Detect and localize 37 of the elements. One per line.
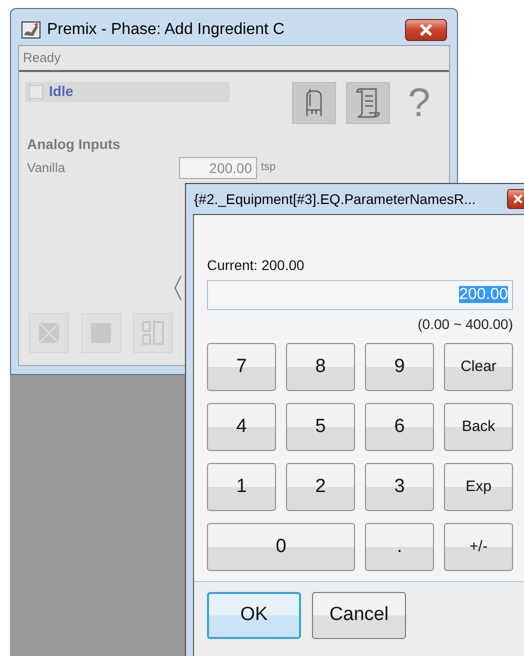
keypad-button[interactable]: Exp bbox=[444, 463, 513, 511]
keypad-button[interactable]: 1 bbox=[207, 463, 276, 511]
phase-state-label: Idle bbox=[49, 82, 74, 101]
keypad-button[interactable]: 6 bbox=[365, 403, 434, 451]
recipe-button[interactable] bbox=[346, 82, 390, 124]
current-value-label: Current: 200.00 bbox=[207, 256, 306, 275]
checkbox[interactable] bbox=[29, 84, 43, 98]
keypad-button[interactable]: +/- bbox=[444, 523, 513, 571]
keypad-button[interactable]: 5 bbox=[286, 403, 355, 451]
hold-icon bbox=[139, 318, 167, 346]
scroll-icon bbox=[355, 86, 381, 118]
range-label: (0.00 ~ 400.00) bbox=[416, 315, 513, 334]
keypad-button[interactable]: Back bbox=[444, 403, 513, 451]
window-title: Premix - Phase: Add Ingredient C bbox=[47, 20, 286, 40]
close-button[interactable] bbox=[507, 189, 524, 209]
equipment-button[interactable] bbox=[292, 82, 336, 124]
dialog-title: {#2._Equipment[#3].EQ.ParameterNamesR... bbox=[194, 190, 477, 209]
unit-label: tsp bbox=[261, 160, 276, 176]
chevron-left-icon[interactable] bbox=[173, 274, 183, 300]
keypad-button[interactable]: 8 bbox=[286, 343, 355, 391]
keypad-button[interactable]: Clear bbox=[444, 343, 513, 391]
keypad-button[interactable]: 3 bbox=[365, 463, 434, 511]
close-icon bbox=[512, 193, 524, 205]
keypad-button[interactable]: 7 bbox=[207, 343, 276, 391]
keypad-button[interactable]: 0 bbox=[207, 523, 355, 571]
section-heading: Analog Inputs bbox=[27, 134, 122, 154]
app-icon bbox=[21, 21, 41, 39]
parameter-label: Vanilla bbox=[27, 158, 66, 177]
cancel-button[interactable]: Cancel bbox=[312, 592, 406, 639]
keypad-button[interactable]: 4 bbox=[207, 403, 276, 451]
close-button[interactable] bbox=[405, 19, 447, 41]
keypad-button[interactable]: . bbox=[365, 523, 434, 571]
status-text: Ready bbox=[19, 46, 449, 72]
ok-button[interactable]: OK bbox=[207, 592, 301, 639]
keypad-button[interactable]: 9 bbox=[365, 343, 434, 391]
close-icon bbox=[418, 24, 434, 36]
keypad-button[interactable]: 2 bbox=[286, 463, 355, 511]
